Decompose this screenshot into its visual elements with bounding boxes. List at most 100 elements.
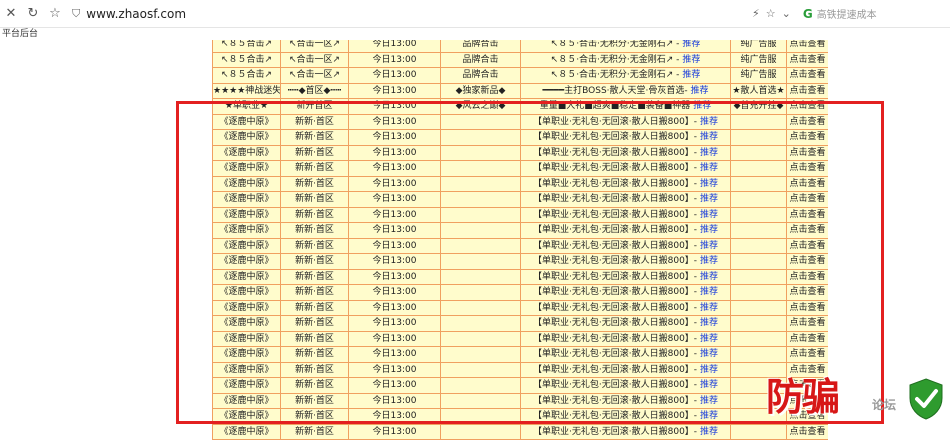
client-cell bbox=[730, 346, 787, 363]
table-row: 《逐鹿中原》 新新·首区 今日13:00 【单职业·无礼包·无回滚·散人日搬800】-… bbox=[212, 191, 828, 208]
region-cell: 新新·首区 bbox=[280, 191, 349, 208]
intro-text: ↖８５·合击·无积分·无金刚石↗ - bbox=[550, 54, 680, 65]
view-link[interactable]: 点击查看 bbox=[786, 206, 828, 223]
view-link[interactable]: 点击查看 bbox=[786, 98, 828, 115]
region-cell: 新新·首区 bbox=[280, 361, 349, 378]
view-link[interactable]: 点击查看 bbox=[786, 237, 828, 254]
type-cell bbox=[440, 175, 521, 192]
view-link[interactable]: 点击查看 bbox=[786, 40, 828, 53]
table-row: 《逐鹿中原》 新新·首区 今日13:00 【单职业·无礼包·无回滚·散人日搬800】-… bbox=[212, 222, 828, 239]
star-outline-icon[interactable]: ☆ bbox=[766, 7, 776, 20]
table-row: 《逐鹿中原》 新新·首区 今日13:00 【单职业·无礼包·无回滚·散人日搬800】-… bbox=[212, 144, 828, 161]
table-row: 《逐鹿中原》 新新·首区 今日13:00 【单职业·无礼包·无回滚·散人日搬800】-… bbox=[212, 253, 828, 270]
view-link[interactable]: 点击查看 bbox=[786, 82, 828, 99]
recommend-link[interactable]: 推荐 bbox=[700, 163, 718, 173]
recommend-link[interactable]: 推荐 bbox=[700, 427, 718, 437]
region-cell: 新新·首区 bbox=[280, 160, 349, 177]
time-cell: 今日13:00 bbox=[348, 51, 441, 68]
recommend-link[interactable]: 推荐 bbox=[700, 256, 718, 266]
table-row: 《逐鹿中原》 新新·首区 今日13:00 【单职业·无礼包·无回滚·散人日搬800】-… bbox=[212, 299, 828, 316]
recommend-link[interactable]: 推荐 bbox=[700, 287, 718, 297]
view-link[interactable]: 点击查看 bbox=[786, 222, 828, 239]
region-cell: 新新·首区 bbox=[280, 284, 349, 301]
lightning-icon[interactable]: ⚡ bbox=[752, 7, 760, 20]
type-cell bbox=[440, 284, 521, 301]
recommend-link[interactable]: 推荐 bbox=[700, 194, 718, 204]
recommend-link[interactable]: 推荐 bbox=[700, 318, 718, 328]
view-link[interactable]: 点击查看 bbox=[786, 67, 828, 84]
region-cell: 新开首区 bbox=[280, 98, 349, 115]
address-bar[interactable]: ⛉ www.zhaosf.com bbox=[72, 4, 752, 24]
time-cell: 今日13:00 bbox=[348, 40, 441, 53]
view-link[interactable]: 点击查看 bbox=[786, 51, 828, 68]
recommend-link[interactable]: 推荐 bbox=[700, 272, 718, 282]
intro-cell: ━━━━主打BOSS·散人天堂·骨灰首选- 推荐 bbox=[520, 82, 731, 99]
intro-cell: 重量■大礼■超爽■稳定■装备■神器 推荐 bbox=[520, 98, 731, 115]
recommend-link[interactable]: 推荐 bbox=[682, 55, 700, 65]
intro-cell: ↖８５·合击·无积分·无金刚石↗ - 推荐 bbox=[520, 67, 731, 84]
server-name-cell: 《逐鹿中原》 bbox=[212, 392, 281, 409]
recommend-link[interactable]: 推荐 bbox=[700, 365, 718, 375]
bookmark-item[interactable]: 平台后台 bbox=[0, 28, 38, 40]
view-link[interactable]: 点击查看 bbox=[786, 315, 828, 332]
view-link[interactable]: 点击查看 bbox=[786, 423, 828, 440]
recommend-link[interactable]: 推荐 bbox=[691, 86, 709, 96]
recommend-link[interactable]: 推荐 bbox=[700, 411, 718, 421]
server-name-cell: 《逐鹿中原》 bbox=[212, 299, 281, 316]
view-link[interactable]: 点击查看 bbox=[786, 253, 828, 270]
type-cell bbox=[440, 377, 521, 394]
type-cell: 品牌合击 bbox=[440, 67, 521, 84]
intro-cell: 【单职业·无礼包·无回滚·散人日搬800】- 推荐 bbox=[520, 206, 731, 223]
recommend-link[interactable]: 推荐 bbox=[700, 117, 718, 127]
search-box[interactable]: G 高铁提速成本 bbox=[803, 5, 943, 23]
region-cell: 新新·首区 bbox=[280, 206, 349, 223]
recommend-link[interactable]: 推荐 bbox=[700, 396, 718, 406]
recommend-link[interactable]: 推荐 bbox=[700, 148, 718, 158]
recommend-link[interactable]: 推荐 bbox=[700, 225, 718, 235]
view-link[interactable]: 点击查看 bbox=[786, 175, 828, 192]
client-cell: 纯广告服 bbox=[730, 67, 787, 84]
view-link[interactable]: 点击查看 bbox=[786, 160, 828, 177]
table-row: 《逐鹿中原》 新新·首区 今日13:00 【单职业·无礼包·无回滚·散人日搬800】-… bbox=[212, 346, 828, 363]
recommend-link[interactable]: 推荐 bbox=[700, 241, 718, 251]
view-link[interactable]: 点击查看 bbox=[786, 113, 828, 130]
intro-text: 【单职业·无礼包·无回滚·散人日搬800】- bbox=[533, 426, 698, 437]
recommend-link[interactable]: 推荐 bbox=[682, 40, 700, 49]
recommend-link[interactable]: 推荐 bbox=[693, 101, 711, 111]
recommend-link[interactable]: 推荐 bbox=[700, 380, 718, 390]
intro-cell: 【单职业·无礼包·无回滚·散人日搬800】- 推荐 bbox=[520, 222, 731, 239]
recommend-link[interactable]: 推荐 bbox=[700, 210, 718, 220]
view-link[interactable]: 点击查看 bbox=[786, 346, 828, 363]
view-link[interactable]: 点击查看 bbox=[786, 268, 828, 285]
view-link[interactable]: 点击查看 bbox=[786, 284, 828, 301]
type-cell bbox=[440, 144, 521, 161]
close-icon[interactable]: ✕ bbox=[0, 6, 22, 21]
recommend-link[interactable]: 推荐 bbox=[700, 179, 718, 189]
region-cell: 新新·首区 bbox=[280, 330, 349, 347]
recommend-link[interactable]: 推荐 bbox=[682, 70, 700, 80]
intro-text: 【单职业·无礼包·无回滚·散人日搬800】- bbox=[533, 380, 698, 391]
server-name-cell: 《逐鹿中原》 bbox=[212, 160, 281, 177]
view-link[interactable]: 点击查看 bbox=[786, 191, 828, 208]
intro-cell: 【单职业·无礼包·无回滚·散人日搬800】- 推荐 bbox=[520, 268, 731, 285]
recommend-link[interactable]: 推荐 bbox=[700, 349, 718, 359]
recommend-link[interactable]: 推荐 bbox=[700, 303, 718, 313]
reload-icon[interactable]: ↻ bbox=[22, 6, 44, 21]
recommend-link[interactable]: 推荐 bbox=[700, 334, 718, 344]
client-cell bbox=[730, 222, 787, 239]
check-shield-icon bbox=[909, 378, 943, 420]
intro-text: 【单职业·无礼包·无回滚·散人日搬800】- bbox=[533, 364, 698, 375]
star-icon[interactable]: ☆ bbox=[44, 6, 66, 21]
client-cell bbox=[730, 315, 787, 332]
chevron-down-icon[interactable]: ⌄ bbox=[782, 7, 791, 20]
recommend-link[interactable]: 推荐 bbox=[700, 132, 718, 142]
view-link[interactable]: 点击查看 bbox=[786, 299, 828, 316]
table-row: 《逐鹿中原》 新新·首区 今日13:00 【单职业·无礼包·无回滚·散人日搬800】-… bbox=[212, 423, 828, 440]
region-cell: 新新·首区 bbox=[280, 268, 349, 285]
time-cell: 今日13:00 bbox=[348, 206, 441, 223]
view-link[interactable]: 点击查看 bbox=[786, 144, 828, 161]
region-cell: ↖合击一区↗ bbox=[280, 40, 349, 53]
view-link[interactable]: 点击查看 bbox=[786, 330, 828, 347]
intro-text: 【单职业·无礼包·无回滚·散人日搬800】- bbox=[533, 318, 698, 329]
view-link[interactable]: 点击查看 bbox=[786, 129, 828, 146]
